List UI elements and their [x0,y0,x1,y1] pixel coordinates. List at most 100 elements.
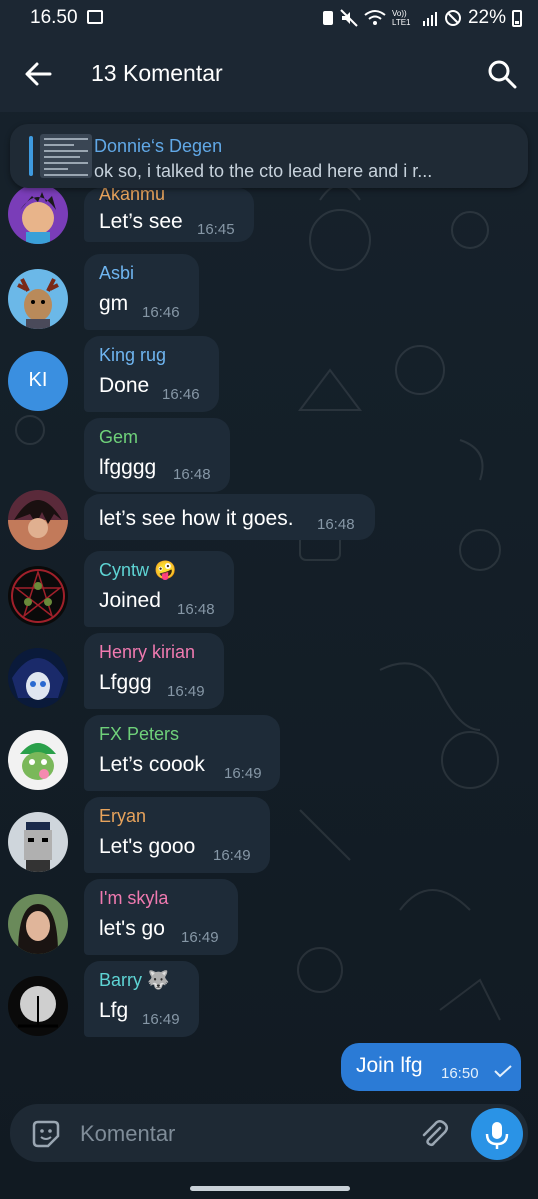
message-text: Let's gooo [99,835,196,858]
message-time: 16:45 [197,221,235,238]
message-row: Eryan Let's gooo 16:49 [0,797,538,877]
avatar[interactable] [8,812,68,872]
sent-check-icon [494,1065,512,1078]
message-row: KI King rug Done 16:46 [0,336,538,416]
sticker-emoji-icon[interactable] [30,1118,62,1150]
sync-icon [322,11,333,25]
message-text: Let’s see [99,210,183,233]
message-text: let's go [99,917,165,940]
message-row: Asbi gm 16:46 [0,254,538,334]
avatar-reindeer-icon [8,269,68,329]
message-row: Gem lfgggg 16:48 [0,418,538,496]
outgoing-message-text: Join lfg [356,1054,423,1077]
message-time: 16:48 [317,516,355,533]
message-time: 16:46 [162,386,200,403]
back-arrow-icon[interactable] [20,56,56,92]
outgoing-message-time: 16:50 [441,1065,479,1082]
sender-name: I'm skyla [99,888,169,908]
avatar[interactable] [8,490,68,550]
message-bubble[interactable]: Barry 🐺 Lfg 16:49 [84,961,199,1037]
message-bubble[interactable]: let’s see how it goes. 16:48 [84,494,375,540]
message-text: Lfg [99,999,129,1022]
avatar-anime-guy-icon [8,490,68,550]
avatar-pixel-punk-icon [8,812,68,872]
sender-name: Eryan [99,806,147,826]
pinned-title: Donnie‘s Degen [94,136,223,156]
message-row: Akanmu Let’s see 16:45 [0,180,538,250]
battery-percent: 22% [467,7,506,28]
microphone-button[interactable] [471,1108,523,1160]
message-text: Let’s coook [99,753,205,776]
message-time: 16:46 [142,304,180,321]
outgoing-message-bubble[interactable]: Join lfg 16:50 [341,1043,521,1091]
message-bubble[interactable]: Akanmu Let’s see 16:45 [84,184,254,242]
pinned-thumbnail [40,134,92,178]
message-time: 16:49 [167,683,205,700]
app-bar: 13 Komentar [0,36,538,112]
sender-name: FX Peters [99,724,180,744]
battery-icon [512,9,522,27]
message-text: lfgggg [99,456,157,479]
comment-input[interactable] [80,1120,410,1148]
mute-icon [340,9,358,27]
message-bubble[interactable]: FX Peters Let’s coook 16:49 [84,715,280,791]
avatar-pepe-cap-icon [8,730,68,790]
do-not-disturb-icon [444,10,461,26]
message-text: Done [99,374,150,397]
avatar-photo-girl-icon [8,894,68,954]
message-row: Henry kirian Lfggg 16:49 [0,633,538,713]
message-text: let’s see how it goes. [99,507,294,530]
message-time: 16:49 [181,929,219,946]
message-bubble[interactable]: Henry kirian Lfggg 16:49 [84,633,224,709]
avatar[interactable] [8,566,68,626]
message-bubble[interactable]: Cyntw 🤪 Joined 16:48 [84,551,234,627]
gallery-notification-icon [87,10,103,24]
message-text: gm [99,292,129,315]
wifi-icon [364,10,386,25]
message-text: Joined [99,589,161,612]
avatar-moon-icon [8,976,68,1036]
message-bubble[interactable]: King rug Done 16:46 [84,336,219,412]
avatar[interactable] [8,648,68,708]
avatar-pentagram-icon [8,566,68,626]
message-time: 16:49 [224,765,262,782]
avatar[interactable]: KI [8,351,68,411]
message-row: Barry 🐺 Lfg 16:49 [0,961,538,1041]
pinned-text: ok so, i talked to the cto lead here and… [94,161,433,181]
sender-name: Gem [99,427,139,447]
sender-name: Henry kirian [99,642,196,662]
message-row: let’s see how it goes. 16:48 [0,490,538,550]
avatar-anime-blue-icon [8,648,68,708]
status-bar: 16.50 Vo)) LTE1 22% [0,0,538,36]
message-bubble[interactable]: Asbi gm 16:46 [84,254,199,330]
signal-icon [422,12,437,26]
paperclip-icon[interactable] [418,1118,450,1150]
message-time: 16:49 [213,847,251,864]
message-bubble[interactable]: I'm skyla let's go 16:49 [84,879,238,955]
avatar[interactable] [8,730,68,790]
chat-screen: 16.50 Vo)) LTE1 22% 13 Komentar Donnie‘s [0,0,538,1199]
message-time: 16:49 [142,1011,180,1028]
avatar[interactable] [8,976,68,1036]
message-row: FX Peters Let’s coook 16:49 [0,715,538,795]
message-bubble[interactable]: Gem lfgggg 16:48 [84,418,230,492]
composer-bar [10,1104,528,1162]
search-icon[interactable] [484,56,520,92]
message-row: I'm skyla let's go 16:49 [0,879,538,959]
message-bubble[interactable]: Eryan Let's gooo 16:49 [84,797,270,873]
sender-name: King rug [99,345,167,365]
page-title: 13 Komentar [91,60,223,86]
avatar-initials: KI [28,369,48,391]
message-row: Cyntw 🤪 Joined 16:48 [0,551,538,631]
pinned-indicator [29,136,33,176]
pinned-message[interactable]: Donnie‘s Degen ok so, i talked to the ct… [10,124,528,188]
sender-name: Barry 🐺 [99,970,170,990]
microphone-icon [485,1122,509,1149]
avatar[interactable] [8,184,68,244]
volte-label: Vo)) LTE1 [391,9,411,27]
status-time: 16.50 [30,7,78,28]
status-icons: Vo)) LTE1 22% [322,6,522,30]
avatar[interactable] [8,894,68,954]
avatar[interactable] [8,269,68,329]
message-time: 16:48 [177,601,215,618]
